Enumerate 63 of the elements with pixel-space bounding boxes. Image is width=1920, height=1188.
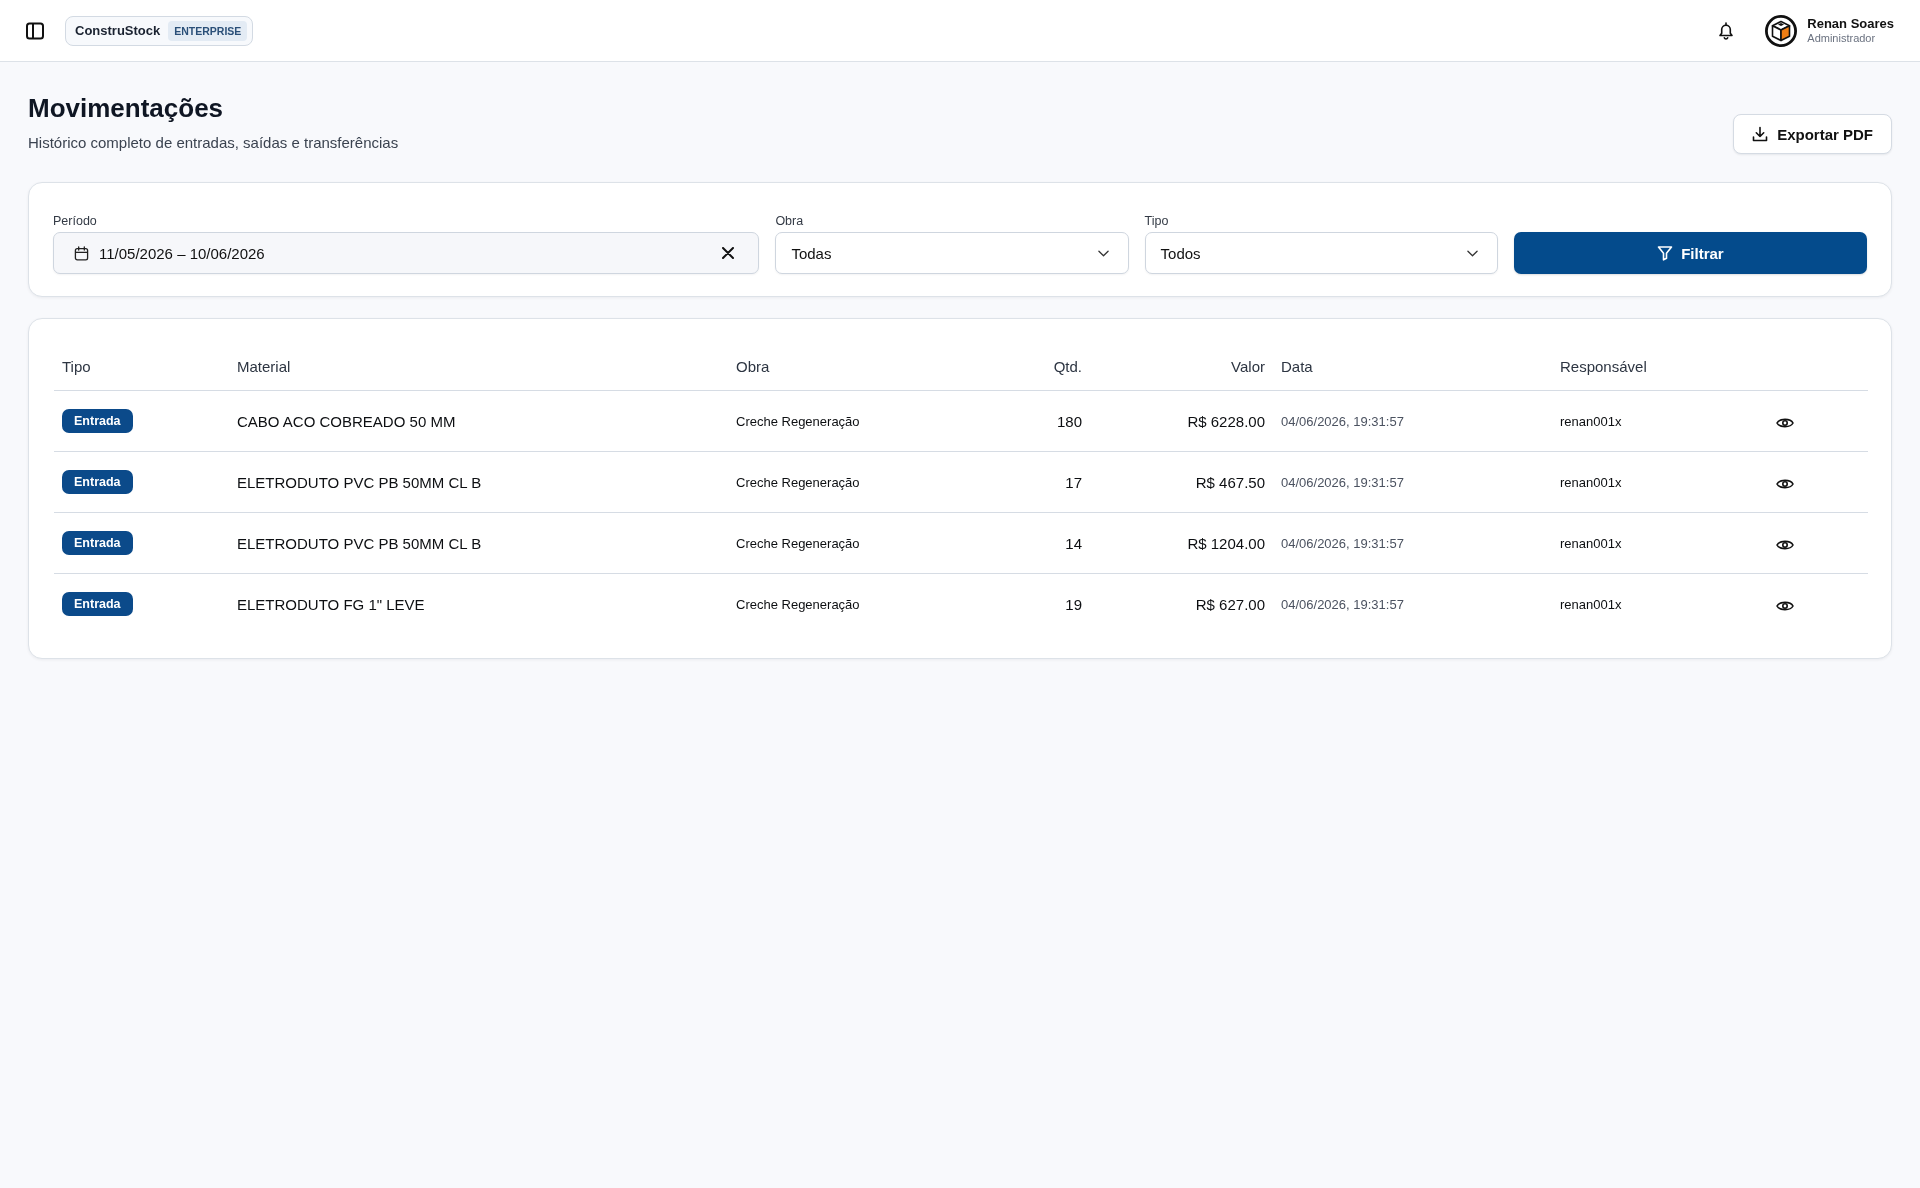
entry-type-tag: Entrada (62, 409, 133, 433)
entry-type-tag: Entrada (62, 592, 133, 616)
column-header: Qtd. (961, 343, 1090, 391)
table-cell: ELETRODUTO PVC PB 50MM CL B (229, 451, 728, 513)
page-subtitle: Histórico completo de entradas, saídas e transferências (28, 134, 399, 152)
table-cell: 19 (961, 573, 1090, 634)
user-name: Renan Soares (1807, 16, 1894, 32)
chevron-down-icon (1466, 249, 1478, 257)
download-icon (1752, 126, 1769, 142)
select-field[interactable]: Todos (1144, 232, 1498, 274)
table-cell: renan001x (1552, 451, 1701, 513)
export-pdf-button[interactable]: Exportar PDF (1733, 114, 1892, 154)
calendar-icon (74, 245, 89, 261)
table-cell: R$ 6228.00 (1090, 390, 1273, 452)
date-range-field[interactable]: 11/05/2026 – 10/06/2026 (53, 232, 760, 274)
entry-type-tag: Entrada (62, 531, 133, 555)
bell-icon[interactable] (1718, 21, 1735, 40)
table-cell: R$ 467.50 (1090, 451, 1273, 513)
column-header: Material (229, 343, 728, 391)
sidebar-icon[interactable] (26, 21, 44, 40)
table-cell: 14 (961, 512, 1090, 574)
column-header: Tipo (54, 343, 229, 391)
table-cell: ELETRODUTO FG 1" LEVE (229, 573, 728, 634)
table-cell: Creche Regeneração (728, 573, 961, 634)
brand-chip[interactable]: ConstruStock ENTERPRISE (65, 15, 254, 46)
column-header: Valor (1090, 343, 1273, 391)
table-cell: Creche Regeneração (728, 512, 961, 574)
table-cell: ELETRODUTO PVC PB 50MM CL B (229, 512, 728, 574)
table-cell: renan001x (1552, 573, 1701, 634)
table-cell: R$ 1204.00 (1090, 512, 1273, 574)
table-cell: 04/06/2026, 19:31:57 (1273, 573, 1552, 634)
filter-icon (1657, 245, 1674, 261)
table-cell: CABO ACO COBREADO 50 MM (229, 390, 728, 452)
table-cell: 180 (961, 390, 1090, 452)
table-cell: Creche Regeneração (728, 451, 961, 513)
column-header: Obra (728, 343, 961, 391)
filter-button[interactable]: Filtrar (1513, 232, 1867, 274)
eye-icon[interactable] (1775, 416, 1794, 429)
brand-name: ConstruStock (75, 23, 161, 38)
field-label: Obra (775, 213, 805, 229)
close-icon[interactable] (722, 247, 735, 259)
table-cell: R$ 627.00 (1090, 573, 1273, 634)
chevron-down-icon (1097, 249, 1109, 257)
column-header: Responsável (1552, 343, 1701, 391)
field-label: Tipo (1144, 213, 1170, 229)
table-cell: 04/06/2026, 19:31:57 (1273, 451, 1552, 513)
table-cell: 04/06/2026, 19:31:57 (1273, 512, 1552, 574)
eye-icon[interactable] (1775, 599, 1794, 612)
page-title: Movimentações (28, 92, 225, 124)
table-cell: 04/06/2026, 19:31:57 (1273, 390, 1552, 452)
cube-avatar-icon[interactable] (1765, 14, 1798, 47)
edition-tag: ENTERPRISE (168, 20, 248, 41)
user-role: Administrador (1807, 32, 1877, 45)
eye-icon[interactable] (1775, 477, 1794, 490)
table-cell: renan001x (1552, 512, 1701, 574)
table-cell: 17 (961, 451, 1090, 513)
entry-type-tag: Entrada (62, 470, 133, 494)
eye-icon[interactable] (1775, 538, 1794, 551)
table-cell: renan001x (1552, 390, 1701, 452)
column-header: Data (1273, 343, 1552, 391)
field-label: Período (53, 213, 98, 229)
table-cell: Creche Regeneração (728, 390, 961, 452)
select-field[interactable]: Todas (775, 232, 1129, 274)
